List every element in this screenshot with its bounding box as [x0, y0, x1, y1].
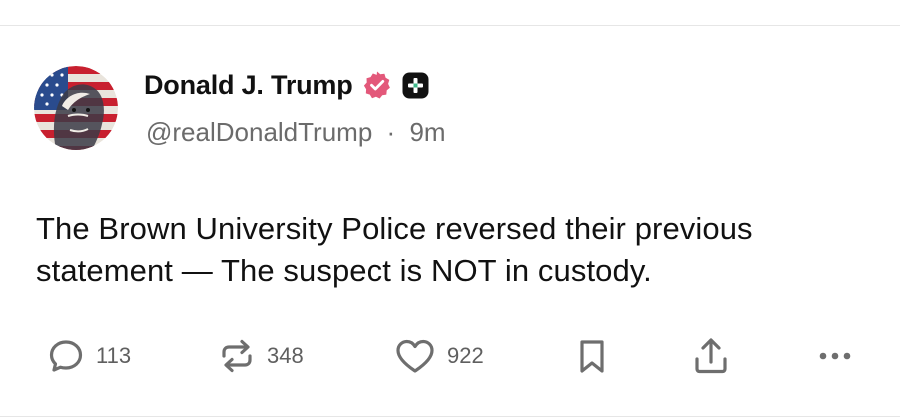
share-icon [695, 338, 727, 374]
bookmark-icon [580, 340, 604, 373]
repost-button[interactable]: 348 [217, 336, 304, 376]
author-display-name[interactable]: Donald J. Trump [144, 70, 353, 101]
avatar-image [34, 66, 118, 150]
avatar[interactable] [34, 66, 118, 150]
repost-count: 348 [267, 343, 304, 368]
more-icon [819, 352, 851, 360]
more-options-button[interactable] [815, 336, 855, 376]
author-handle-row: @realDonaldTrump · 9m [146, 117, 446, 148]
bottom-divider [0, 416, 900, 417]
author-handle[interactable]: @realDonaldTrump [146, 117, 372, 147]
reply-count: 113 [96, 343, 132, 368]
author-name-row: Donald J. Trump [144, 66, 429, 104]
post-timestamp[interactable]: 9m [409, 117, 445, 147]
like-count: 922 [447, 343, 484, 368]
repost-icon [222, 339, 252, 373]
like-button[interactable]: 922 [393, 336, 484, 376]
reply-button[interactable]: 113 [46, 336, 131, 376]
plus-badge-icon [402, 72, 429, 99]
verified-badge-icon [362, 70, 392, 100]
meta-separator: · [386, 117, 396, 147]
bookmark-button[interactable] [572, 336, 612, 376]
heart-icon [396, 339, 434, 373]
top-divider [0, 25, 900, 26]
post-body-text: The Brown University Police reversed the… [36, 211, 753, 288]
comment-icon [49, 340, 83, 372]
share-button[interactable] [690, 336, 732, 376]
